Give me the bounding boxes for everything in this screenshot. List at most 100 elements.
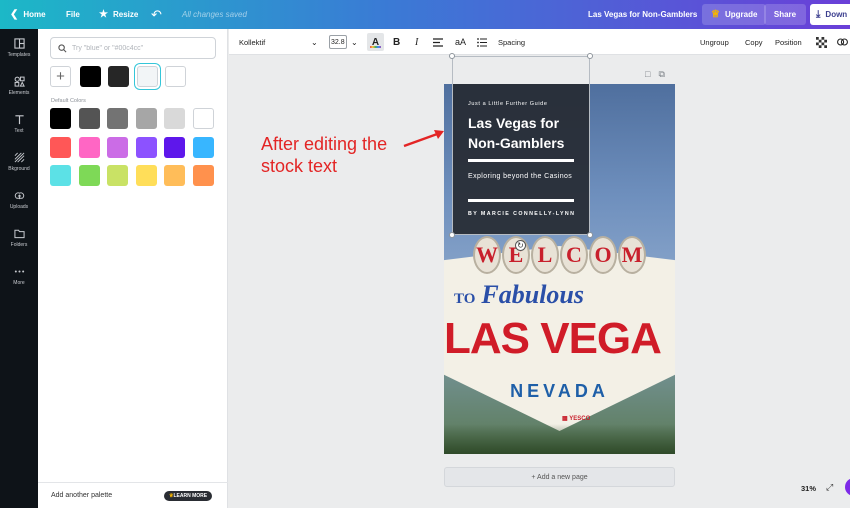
rail-item-elements[interactable]: Elements xyxy=(0,76,38,96)
bold-button[interactable]: B xyxy=(393,29,400,55)
align-button[interactable] xyxy=(433,29,443,55)
document-color-swatch-selected[interactable] xyxy=(137,66,158,87)
default-color-swatch[interactable] xyxy=(193,165,214,186)
default-colors-label: Default Colors xyxy=(51,98,86,104)
default-color-swatch[interactable] xyxy=(164,165,186,186)
learn-more-label: LEARN MORE xyxy=(173,492,208,499)
default-color-swatch[interactable] xyxy=(78,165,100,186)
add-palette-link[interactable]: Add another palette xyxy=(51,492,112,499)
download-button[interactable]: ⤓ Down xyxy=(810,4,850,25)
ungroup-button[interactable]: Ungroup xyxy=(700,29,729,55)
rail-item-more[interactable]: More xyxy=(0,266,38,286)
font-size-input[interactable]: 32.8 xyxy=(329,35,347,49)
sign-fabulous: TO Fabulous xyxy=(454,280,584,310)
sign-yesco: ▦ YESCO xyxy=(562,416,591,422)
rail-label-elements: Elements xyxy=(8,90,30,96)
default-color-swatch[interactable] xyxy=(50,165,71,186)
sign-las-vegas: LAS VEGA xyxy=(444,314,662,363)
default-color-swatch[interactable] xyxy=(164,136,186,158)
rail-item-background[interactable]: Bkground xyxy=(0,152,38,172)
position-button[interactable]: Position xyxy=(775,29,802,55)
default-color-swatch[interactable] xyxy=(50,108,71,129)
sign-letter: W xyxy=(473,236,501,274)
default-color-swatch[interactable] xyxy=(135,136,157,158)
rail-label-text: Text xyxy=(14,128,24,134)
sparkle-icon: ★ xyxy=(99,9,108,20)
resize-handle[interactable] xyxy=(449,53,455,59)
rail-label-uploads: Uploads xyxy=(9,204,29,210)
link-icon xyxy=(837,38,848,46)
sign-welcome: W E L C O M xyxy=(444,236,675,274)
file-menu[interactable]: File xyxy=(66,0,80,29)
save-status: All changes saved xyxy=(182,10,247,19)
sign-letter: M xyxy=(618,236,646,274)
rail-label-more: More xyxy=(13,280,25,286)
spacing-button[interactable]: Spacing xyxy=(498,29,525,55)
resize-handle[interactable] xyxy=(587,232,593,238)
resize-handle[interactable] xyxy=(449,232,455,238)
color-search[interactable] xyxy=(50,37,216,59)
home-button[interactable]: ❮ Home xyxy=(10,0,46,29)
resize-handle[interactable] xyxy=(587,53,593,59)
upgrade-label: Upgrade xyxy=(724,10,758,19)
default-color-swatch[interactable] xyxy=(50,136,71,158)
document-color-swatch[interactable] xyxy=(165,66,186,87)
copy-button[interactable]: Copy xyxy=(745,29,763,55)
default-color-swatch[interactable] xyxy=(135,108,157,129)
upgrade-button[interactable]: ♕ Upgrade xyxy=(702,4,767,25)
share-button[interactable]: Share xyxy=(764,4,806,25)
undo-icon[interactable]: ↶ xyxy=(151,0,162,29)
duplicate-page-icon[interactable]: ⧉ xyxy=(658,69,664,80)
add-color-button[interactable]: + xyxy=(50,66,71,87)
more-icon xyxy=(14,270,24,273)
default-color-swatch[interactable] xyxy=(107,136,129,158)
rail-label-templates: Templates xyxy=(7,52,31,58)
design-title[interactable]: Las Vegas for Non-Gamblers xyxy=(588,0,697,29)
text-color-button[interactable]: A xyxy=(367,33,384,51)
italic-button[interactable]: I xyxy=(415,29,418,55)
zoom-level[interactable]: 31% xyxy=(801,484,816,493)
chevron-down-icon[interactable]: ⌄ xyxy=(311,29,318,55)
color-bar xyxy=(370,46,381,48)
default-color-swatch[interactable] xyxy=(78,108,100,129)
resize-button[interactable]: ★ Resize xyxy=(99,0,138,29)
checkerboard-icon xyxy=(816,36,827,48)
color-search-input[interactable] xyxy=(72,44,212,52)
font-family-select[interactable]: Kollektif xyxy=(239,29,265,55)
download-label: Down xyxy=(825,10,848,19)
list-button[interactable] xyxy=(477,29,487,55)
search-icon xyxy=(58,43,67,52)
default-color-swatch[interactable] xyxy=(164,108,186,129)
default-color-swatch[interactable] xyxy=(78,136,100,158)
default-color-swatch[interactable] xyxy=(193,108,214,129)
sign-letter: C xyxy=(560,236,588,274)
fullscreen-icon[interactable]: ⤢ xyxy=(826,482,833,493)
transparency-button[interactable] xyxy=(816,29,827,55)
text-toolbar: Kollektif ⌄ 32.8 ⌄ A B I aA Spacing Ungr… xyxy=(229,29,850,55)
default-color-swatch[interactable] xyxy=(107,165,129,186)
top-bar: ❮ Home File ★ Resize ↶ All changes saved… xyxy=(0,0,850,29)
rail-item-uploads[interactable]: Uploads xyxy=(0,190,38,210)
color-panel: + Default Colors Add another palette ♕LE… xyxy=(38,29,228,508)
add-page-button[interactable]: + Add a new page xyxy=(444,467,675,487)
rail-item-text[interactable]: Text xyxy=(0,114,38,134)
rotate-icon[interactable]: ↻ xyxy=(515,240,526,251)
comment-icon[interactable]: □ xyxy=(645,69,650,80)
rail-item-folders[interactable]: Folders xyxy=(0,228,38,248)
case-button[interactable]: aA xyxy=(455,29,466,55)
chevron-down-icon[interactable]: ⌄ xyxy=(351,29,358,55)
default-color-swatch[interactable] xyxy=(135,165,157,186)
document-color-swatch[interactable] xyxy=(80,66,101,87)
rail-item-templates[interactable]: Templates xyxy=(0,38,38,58)
default-color-swatch[interactable] xyxy=(107,108,129,129)
crown-icon: ♕ xyxy=(711,9,720,20)
learn-more-button[interactable]: ♕LEARN MORE xyxy=(164,490,213,501)
chevron-left-icon: ❮ xyxy=(10,9,19,20)
link-button[interactable] xyxy=(837,29,848,55)
rail-label-background: Bkground xyxy=(8,166,30,172)
default-color-swatch[interactable] xyxy=(193,136,214,158)
page-tools: □ ⧉ xyxy=(645,69,665,80)
document-color-swatch[interactable] xyxy=(108,66,129,87)
folders-icon xyxy=(13,229,25,239)
home-label: Home xyxy=(23,10,46,19)
